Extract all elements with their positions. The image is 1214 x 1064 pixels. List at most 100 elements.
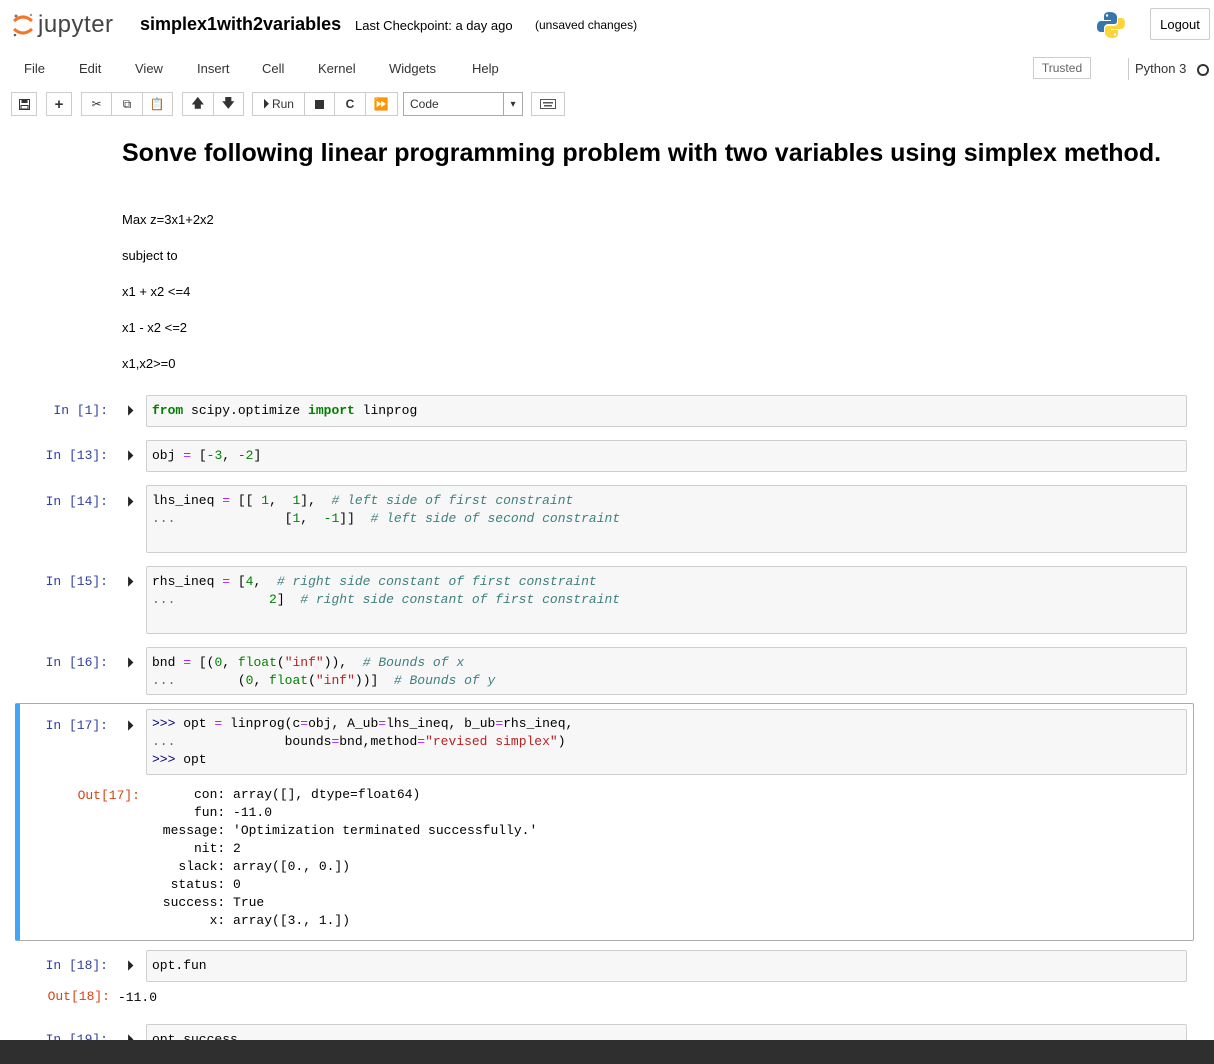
- trusted-indicator[interactable]: Trusted: [1033, 57, 1091, 79]
- code-token: =: [417, 734, 426, 749]
- code-token: )),: [323, 655, 363, 670]
- restart-run-all-button[interactable]: ⏩: [366, 93, 397, 115]
- cell-output: -11.0: [118, 990, 158, 1005]
- stop-icon: [315, 99, 325, 109]
- code-token: lhs_ineq, b_ub: [386, 716, 496, 731]
- output-line: x: array([3., 1.]): [155, 913, 351, 928]
- paste-button[interactable]: 📋: [143, 93, 172, 115]
- menu-edit[interactable]: Edit: [79, 61, 101, 76]
- code-token: =: [300, 716, 309, 731]
- code-token: from: [152, 403, 184, 418]
- markdown-heading: Sonve following linear programming probl…: [122, 139, 1162, 167]
- run-cell-icon[interactable]: ⏵: [127, 494, 134, 510]
- code-token: [(: [191, 655, 215, 670]
- taskbar-overlay: [0, 1040, 1214, 1064]
- code-token: 1: [261, 493, 270, 508]
- code-token: opt.fun: [152, 958, 207, 973]
- code-token: ...: [152, 734, 176, 749]
- run-button[interactable]: ⏵ Run: [253, 93, 305, 115]
- code-token: =: [222, 574, 231, 589]
- code-token: scipy.optimize: [183, 403, 309, 418]
- restart-icon: C: [345, 97, 355, 111]
- code-token: =: [183, 655, 192, 670]
- fast-forward-icon: ⏩: [373, 97, 389, 111]
- output-line: con: array([], dtype=float64): [155, 787, 421, 802]
- command-palette-button[interactable]: [531, 92, 565, 116]
- menu-widgets[interactable]: Widgets: [389, 61, 436, 76]
- kernel-name[interactable]: Python 3: [1135, 61, 1186, 76]
- code-token: [: [230, 574, 246, 589]
- markdown-line: subject to: [122, 248, 178, 263]
- code-input[interactable]: obj = [-3, -2]: [146, 440, 1187, 472]
- cell-type-value: Code: [410, 97, 439, 111]
- notebook-container: Sonve following linear programming probl…: [0, 124, 1214, 1064]
- code-token: ]]: [339, 511, 371, 526]
- markdown-line: x1,x2>=0: [122, 356, 176, 371]
- toolbar: + ✂ ⧉ 📋 🡅 🡇 ⏵ Run C ⏩: [0, 90, 1214, 120]
- run-cell-icon[interactable]: ⏵: [127, 655, 134, 671]
- run-cell-icon[interactable]: ⏵: [127, 958, 134, 974]
- unsaved-changes: (unsaved changes): [535, 18, 638, 32]
- code-token: ,: [222, 655, 238, 670]
- code-input[interactable]: lhs_ineq = [[ 1, 1], # left side of firs…: [146, 485, 1187, 553]
- code-token: =: [183, 448, 192, 463]
- code-token: -3: [206, 448, 223, 463]
- code-input[interactable]: rhs_ineq = [4, # right side constant of …: [146, 566, 1187, 634]
- cut-button[interactable]: ✂: [82, 93, 113, 115]
- code-token: ,: [222, 448, 238, 463]
- code-token: ]: [276, 592, 301, 607]
- code-token: [[: [230, 493, 262, 508]
- kernel-separator: [1128, 58, 1129, 80]
- cell-type-select[interactable]: Code ▾: [403, 92, 523, 116]
- checkpoint-status: Last Checkpoint: a day ago: [355, 18, 513, 33]
- copy-button[interactable]: ⧉: [112, 93, 143, 115]
- run-group: ⏵ Run C ⏩: [252, 92, 398, 116]
- edit-group: ✂ ⧉ 📋: [81, 92, 173, 116]
- code-comment: # right side constant of first constrain…: [276, 574, 597, 589]
- output-line: slack: array([0., 0.]): [155, 859, 351, 874]
- menu-insert[interactable]: Insert: [197, 61, 230, 76]
- code-string: "inf": [315, 673, 355, 688]
- restart-button[interactable]: C: [335, 93, 366, 115]
- menu-view[interactable]: View: [135, 61, 163, 76]
- move-up-button[interactable]: 🡅: [183, 93, 214, 115]
- save-icon: [18, 98, 30, 110]
- save-button[interactable]: [11, 92, 37, 116]
- menu-help[interactable]: Help: [472, 61, 499, 76]
- jupyter-logo[interactable]: jupyter: [12, 10, 114, 40]
- menu-file[interactable]: File: [24, 61, 45, 76]
- chevron-down-icon: ▾: [503, 93, 522, 115]
- python-logo-icon: [1097, 12, 1125, 38]
- move-down-button[interactable]: 🡇: [214, 93, 244, 115]
- notebook-name[interactable]: simplex1with2variables: [140, 14, 341, 35]
- markdown-line: x1 + x2 <=4: [122, 284, 191, 299]
- logout-button[interactable]: Logout: [1150, 8, 1210, 40]
- run-cell-icon[interactable]: ⏵: [127, 574, 134, 590]
- run-cell-icon[interactable]: ⏵: [127, 448, 134, 464]
- interrupt-button[interactable]: [305, 93, 336, 115]
- code-input[interactable]: opt.fun: [146, 950, 1187, 982]
- output-prompt: Out[17]:: [77, 788, 140, 803]
- header: jupyter simplex1with2variables Last Chec…: [0, 0, 1214, 50]
- code-input[interactable]: from scipy.optimize import linprog: [146, 395, 1187, 427]
- insert-cell-button[interactable]: +: [46, 92, 72, 116]
- code-input[interactable]: bnd = [(0, float("inf")), # Bounds of x …: [146, 647, 1187, 695]
- input-prompt: In [13]:: [45, 448, 108, 463]
- step-forward-icon: ⏵: [262, 96, 269, 111]
- run-cell-icon[interactable]: ⏵: [127, 718, 134, 734]
- arrow-down-icon: 🡇: [222, 95, 235, 110]
- code-token: lhs_ineq: [152, 493, 223, 508]
- plus-icon: +: [54, 95, 64, 113]
- menu-kernel[interactable]: Kernel: [318, 61, 356, 76]
- markdown-cell[interactable]: Sonve following linear programming probl…: [122, 140, 1182, 167]
- menu-cell[interactable]: Cell: [262, 61, 284, 76]
- code-string: "inf": [284, 655, 324, 670]
- code-token: obj: [152, 448, 184, 463]
- run-cell-icon[interactable]: ⏵: [127, 403, 134, 419]
- code-token: float: [237, 655, 277, 670]
- code-token: ...: [152, 673, 176, 688]
- code-input[interactable]: >>> opt = linprog(c=obj, A_ub=lhs_ineq, …: [146, 709, 1187, 775]
- code-token: opt: [175, 716, 215, 731]
- code-token: (: [308, 673, 316, 688]
